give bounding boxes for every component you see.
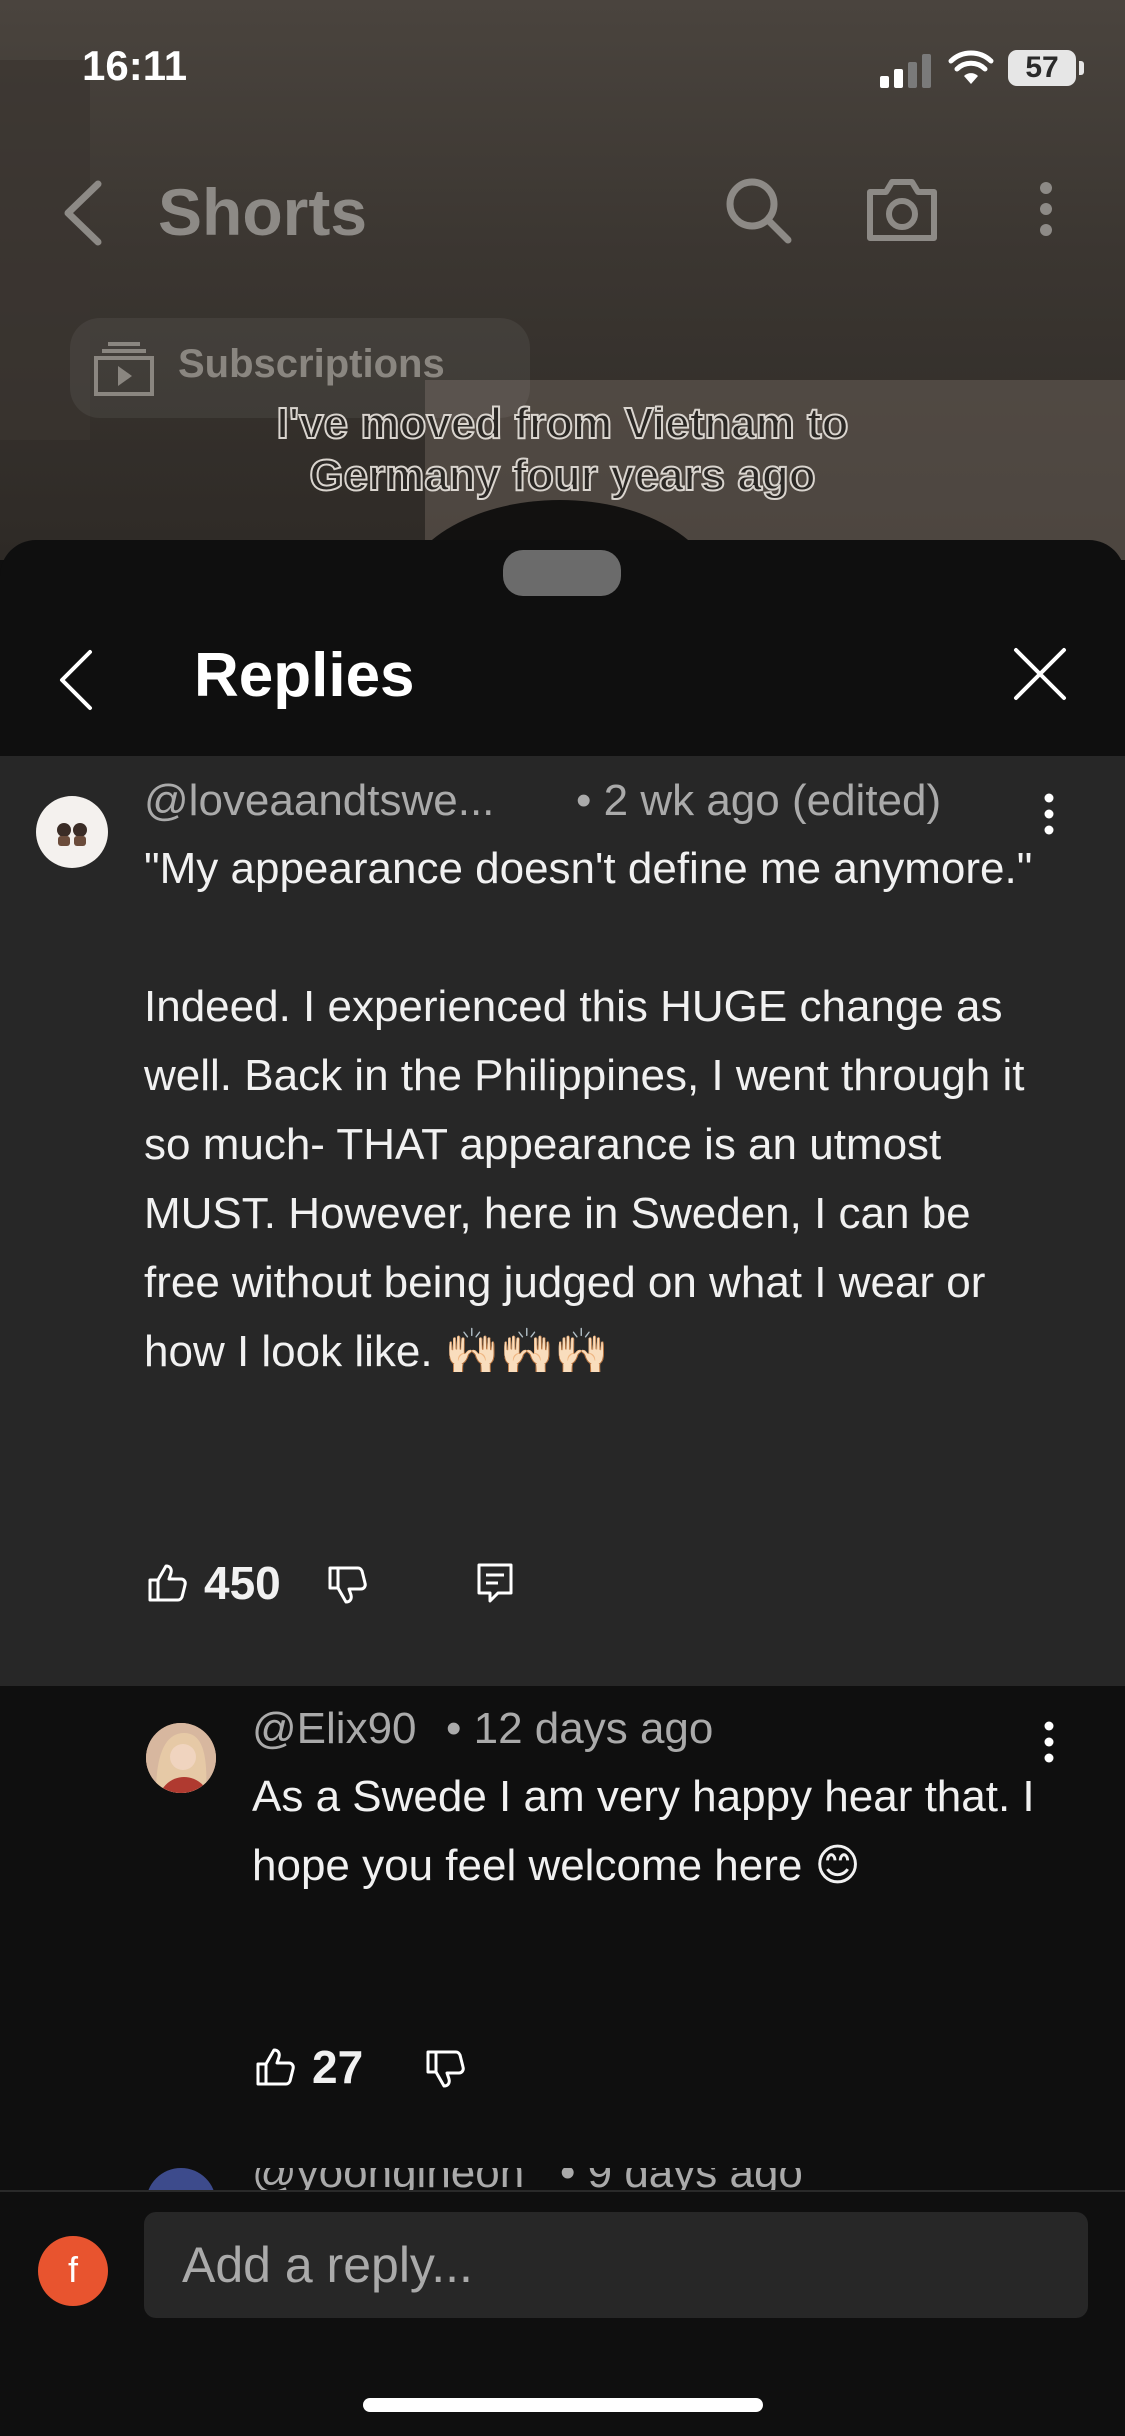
reply-options-icon[interactable] bbox=[1042, 1720, 1056, 1764]
more-vert-icon[interactable] bbox=[1036, 174, 1056, 244]
caption-line-2: Germany four years ago bbox=[308, 450, 816, 501]
comment-options-icon[interactable] bbox=[1042, 792, 1056, 836]
reply-author[interactable]: @Elix90 bbox=[252, 1704, 417, 1754]
dislike-icon[interactable] bbox=[326, 1564, 368, 1606]
like-icon[interactable] bbox=[254, 2046, 296, 2088]
dislike-icon[interactable] bbox=[424, 2048, 466, 2090]
reply-author-avatar[interactable] bbox=[146, 2168, 216, 2190]
parent-comment: @loveaandtswe... • 2 wk ago (edited) "My… bbox=[0, 756, 1125, 1686]
replies-sheet: Replies @loveaandtswe... • 2 wk ago (edi… bbox=[0, 540, 1125, 2436]
reply-author-avatar[interactable] bbox=[146, 1723, 216, 1793]
like-count: 450 bbox=[204, 1557, 281, 1609]
close-icon[interactable] bbox=[1010, 644, 1070, 704]
reply-time: • 9 days ago bbox=[560, 2168, 803, 2190]
status-bar: 16:11 57 bbox=[0, 0, 1125, 140]
like-icon[interactable] bbox=[146, 1562, 188, 1604]
wifi-icon bbox=[948, 50, 994, 84]
back-arrow-icon[interactable] bbox=[60, 178, 104, 248]
current-user-avatar[interactable]: f bbox=[38, 2236, 108, 2306]
cellular-signal-icon bbox=[880, 54, 931, 88]
reply-item-partial: @yoongiheon • 9 days ago bbox=[0, 2168, 1125, 2190]
subscriptions-icon bbox=[94, 342, 154, 396]
profile-photo-icon bbox=[146, 1723, 216, 1793]
reply-text: As a Swede I am very happy hear that. I … bbox=[252, 1772, 1047, 1890]
comment-time: • 2 wk ago (edited) bbox=[576, 776, 942, 825]
comment-author[interactable]: @loveaandtswe... bbox=[144, 776, 494, 826]
comment-actions: 450 bbox=[146, 1556, 546, 1616]
reply-author[interactable]: @yoongiheon bbox=[252, 2168, 524, 2190]
caption-line-1: I've moved from Vietnam to bbox=[275, 398, 849, 449]
camera-icon[interactable] bbox=[864, 174, 940, 244]
reply-actions: 27 bbox=[254, 2040, 554, 2100]
commenter-avatar[interactable] bbox=[36, 796, 108, 868]
drag-handle[interactable] bbox=[503, 550, 621, 596]
reply-like-count: 27 bbox=[312, 2041, 364, 2093]
replies-title: Replies bbox=[194, 641, 415, 710]
home-indicator[interactable] bbox=[363, 2398, 763, 2412]
avatar-illustration-icon bbox=[57, 823, 87, 846]
add-reply-input[interactable]: Add a reply... bbox=[144, 2212, 1088, 2318]
reply-comment-icon[interactable] bbox=[476, 1562, 514, 1604]
subscriptions-label: Subscriptions bbox=[178, 342, 445, 386]
battery-indicator: 57 bbox=[1008, 50, 1084, 86]
comment-text: "My appearance doesn't define me anymore… bbox=[144, 844, 1033, 1376]
replies-header: Replies bbox=[0, 600, 1125, 756]
search-icon[interactable] bbox=[722, 174, 794, 246]
status-time: 16:11 bbox=[82, 42, 188, 89]
shorts-title: Shorts bbox=[158, 175, 368, 249]
video-caption: I've moved from Vietnam to Germany four … bbox=[0, 398, 1125, 502]
shorts-top-bar: Shorts bbox=[0, 160, 1125, 270]
reply-time: • 12 days ago bbox=[446, 1704, 714, 1753]
back-chevron-icon[interactable] bbox=[58, 648, 94, 712]
